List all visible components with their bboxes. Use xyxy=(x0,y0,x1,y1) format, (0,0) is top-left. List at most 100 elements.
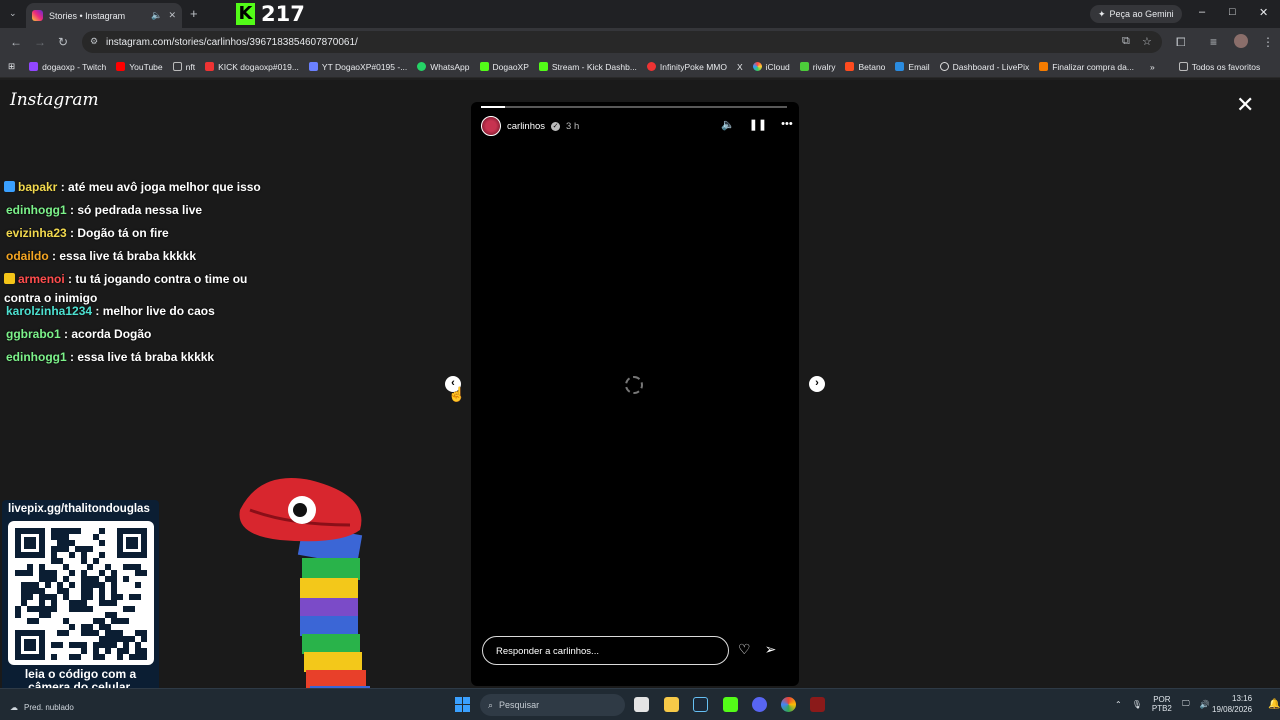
minimize-icon[interactable]: – xyxy=(1199,6,1205,18)
story-avatar[interactable] xyxy=(481,116,501,136)
bookmark-twitch[interactable]: dogaoxp - Twitch xyxy=(29,62,106,72)
reply-input[interactable]: Responder a carlinhos... xyxy=(482,636,729,665)
story-username[interactable]: carlinhos xyxy=(507,121,545,132)
chat-message: edinhogg1 : só pedrada nessa live xyxy=(6,203,202,217)
microphone-icon[interactable]: 🎙 xyxy=(1132,700,1142,709)
bookmark-infinitypoke[interactable]: InfinityPoke MMO xyxy=(646,62,727,72)
valorant-icon[interactable] xyxy=(810,697,825,712)
bookmark-kick-dashboard[interactable]: Stream - Kick Dashb... xyxy=(538,62,637,72)
reload-icon[interactable]: ↻ xyxy=(58,35,68,49)
address-bar[interactable]: ⚙ instagram.com/stories/carlinhos/396718… xyxy=(82,31,1162,53)
bookmark-nft[interactable]: nft xyxy=(172,62,195,72)
taskbar-clock[interactable]: 13:16 19/08/2026 xyxy=(1212,693,1252,715)
close-tab-icon[interactable]: ✕ xyxy=(168,10,176,21)
bookmark-icloud[interactable]: iCloud xyxy=(752,62,790,72)
qr-module xyxy=(69,570,75,576)
extensions-icon[interactable]: ⧠ xyxy=(1176,35,1186,50)
file-explorer-icon[interactable] xyxy=(664,697,679,712)
next-story-button[interactable]: › xyxy=(809,376,825,392)
browser-tab-bar: ⌄ Stories • Instagram 🔈 ✕ + K 217 ✦ Peça… xyxy=(0,0,1280,28)
apps-grid-icon[interactable]: ⊞ xyxy=(8,61,15,72)
chat-username: edinhogg1 xyxy=(6,203,67,217)
close-story-icon[interactable]: ✕ xyxy=(1236,92,1254,118)
windows-start-icon[interactable] xyxy=(455,697,470,712)
chat-text: : Dogão tá on fire xyxy=(70,226,169,240)
kick-app-icon[interactable] xyxy=(723,697,738,712)
qr-module xyxy=(141,528,147,558)
task-view-icon[interactable] xyxy=(634,697,649,712)
discord-icon[interactable] xyxy=(752,697,767,712)
tray-chevron-icon[interactable]: ⌃ xyxy=(1115,700,1122,709)
bookmark-label: dogaoxp - Twitch xyxy=(42,61,107,72)
weather-widget[interactable]: ☁ Pred. nublado xyxy=(10,703,74,712)
qr-module xyxy=(87,594,93,600)
bookmark-youtube[interactable]: YouTube xyxy=(116,62,163,72)
qr-module xyxy=(27,594,33,600)
reply-actions: ♡ ➢ xyxy=(738,641,776,658)
pause-icon[interactable]: ❚❚ xyxy=(749,118,767,131)
taskbar-search[interactable]: ⌕ Pesquisar xyxy=(480,694,625,716)
volume-icon[interactable]: 🔊 xyxy=(1200,700,1210,709)
notifications-icon[interactable]: 🔔 xyxy=(1268,699,1280,710)
story-card[interactable]: carlinhos ✓ 3 h 🔈 ❚❚ ••• Responder a car… xyxy=(471,102,799,686)
qr-module xyxy=(129,606,135,612)
back-icon[interactable]: ← xyxy=(10,35,22,49)
speaker-icon[interactable]: 🔈 xyxy=(151,10,162,21)
profile-avatar[interactable] xyxy=(1234,34,1248,48)
chrome-icon[interactable] xyxy=(781,697,796,712)
qr-code xyxy=(8,521,154,665)
qr-module xyxy=(39,630,45,660)
new-tab-icon[interactable]: + xyxy=(190,6,198,21)
bookmark-label: Betano xyxy=(858,61,886,72)
menu-kebab-icon[interactable]: ⋮ xyxy=(1262,35,1274,49)
install-app-icon[interactable]: ⧉ xyxy=(1122,35,1130,48)
more-options-icon[interactable]: ••• xyxy=(781,118,793,131)
qr-module xyxy=(15,630,21,660)
chat-text: : essa live tá braba kkkkk xyxy=(52,249,197,263)
site-info-icon[interactable]: ⚙ xyxy=(90,36,98,47)
qr-module xyxy=(135,594,141,600)
gemini-button[interactable]: ✦ Peça ao Gemini xyxy=(1090,5,1182,23)
bookmark-kick-dogaoxp[interactable]: KICK dogaoxp#019... xyxy=(205,62,299,72)
bookmark-betano[interactable]: Betano xyxy=(845,62,885,72)
qr-module xyxy=(123,576,129,582)
tab-instagram-stories[interactable]: Stories • Instagram 🔈 ✕ xyxy=(26,3,182,28)
like-heart-icon[interactable]: ♡ xyxy=(738,641,751,658)
maximize-icon[interactable]: □ xyxy=(1229,6,1236,18)
qr-module xyxy=(69,552,75,558)
language-indicator[interactable]: POR PTB2 xyxy=(1152,695,1172,713)
forward-icon[interactable]: → xyxy=(34,35,46,49)
bookmark-email[interactable]: Email xyxy=(895,62,930,72)
close-window-icon[interactable]: ✕ xyxy=(1259,6,1268,19)
icloud-icon xyxy=(752,62,762,71)
bookmark-finalizar-compra[interactable]: Finalizar compra da... xyxy=(1039,62,1134,72)
steam-icon[interactable] xyxy=(693,697,708,712)
bookmark-x[interactable]: X xyxy=(737,62,743,72)
send-direct-icon[interactable]: ➢ xyxy=(765,641,777,658)
kick-logo-icon: K xyxy=(236,3,255,25)
instagram-logo[interactable]: Instagram xyxy=(10,90,99,110)
bookmark-dogaoxp[interactable]: DogaoXP xyxy=(479,62,529,72)
all-bookmarks[interactable]: Todos os favoritos xyxy=(1178,62,1260,72)
bookmark-label: Dashboard - LivePix xyxy=(952,61,1030,72)
qr-module xyxy=(27,570,33,576)
cloud-icon: ☁ xyxy=(10,703,18,712)
puppet-pupil xyxy=(293,503,307,517)
bookmark-rivalry[interactable]: rivalry xyxy=(799,62,835,72)
bookmark-star-icon[interactable]: ☆ xyxy=(1142,35,1152,48)
bookmark-livepix[interactable]: Dashboard - LivePix xyxy=(939,61,1030,72)
story-progress-bar xyxy=(481,106,787,108)
bookmark-whatsapp[interactable]: WhatsApp xyxy=(417,62,470,72)
bookmarks-bar: ⊞ dogaoxp - Twitch YouTube nft KICK doga… xyxy=(0,56,1280,78)
bookmark-yt-dogaoxp[interactable]: YT DogaoXP#0195 -... xyxy=(308,62,407,72)
chat-text: : até meu avô joga melhor que isso xyxy=(60,180,261,194)
tab-search-list-icon[interactable]: ≡ xyxy=(1210,35,1217,49)
mute-icon[interactable]: 🔈 xyxy=(721,118,735,131)
chat-username: bapakr xyxy=(18,180,58,194)
livepix-icon xyxy=(939,62,949,71)
bookmarks-overflow-icon[interactable]: » xyxy=(1150,62,1155,72)
tab-title: Stories • Instagram xyxy=(49,10,126,21)
network-icon[interactable]: 🖵 xyxy=(1182,699,1190,709)
tab-search-icon[interactable]: ⌄ xyxy=(9,8,17,19)
clock-time: 13:16 xyxy=(1232,694,1253,703)
